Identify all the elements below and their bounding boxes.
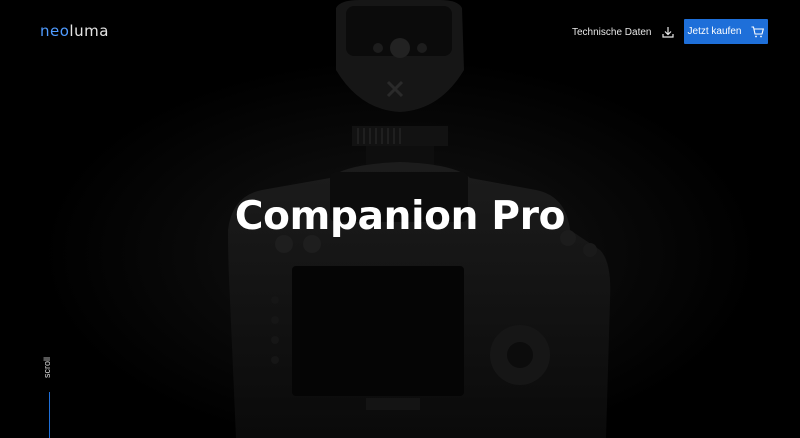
flash-silhouette xyxy=(336,0,464,168)
technical-data-link[interactable]: Technische Daten xyxy=(572,22,674,42)
technical-data-label: Technische Daten xyxy=(572,26,652,38)
brand-logo-prefix: neo xyxy=(40,22,70,40)
scroll-indicator-line xyxy=(49,392,50,438)
download-icon xyxy=(661,26,674,38)
buy-now-label: Jetzt kaufen xyxy=(687,26,742,37)
buy-now-button[interactable]: Jetzt kaufen xyxy=(684,19,768,44)
hero-title: Companion Pro xyxy=(234,194,566,239)
brand-logo[interactable]: neoluma xyxy=(40,22,109,40)
scroll-indicator-label[interactable]: scroll xyxy=(42,357,52,378)
cart-icon xyxy=(751,25,765,38)
brand-logo-suffix: luma xyxy=(69,22,109,40)
hero-stage: neoluma Technische Daten Jetzt kaufen Co… xyxy=(0,0,800,438)
